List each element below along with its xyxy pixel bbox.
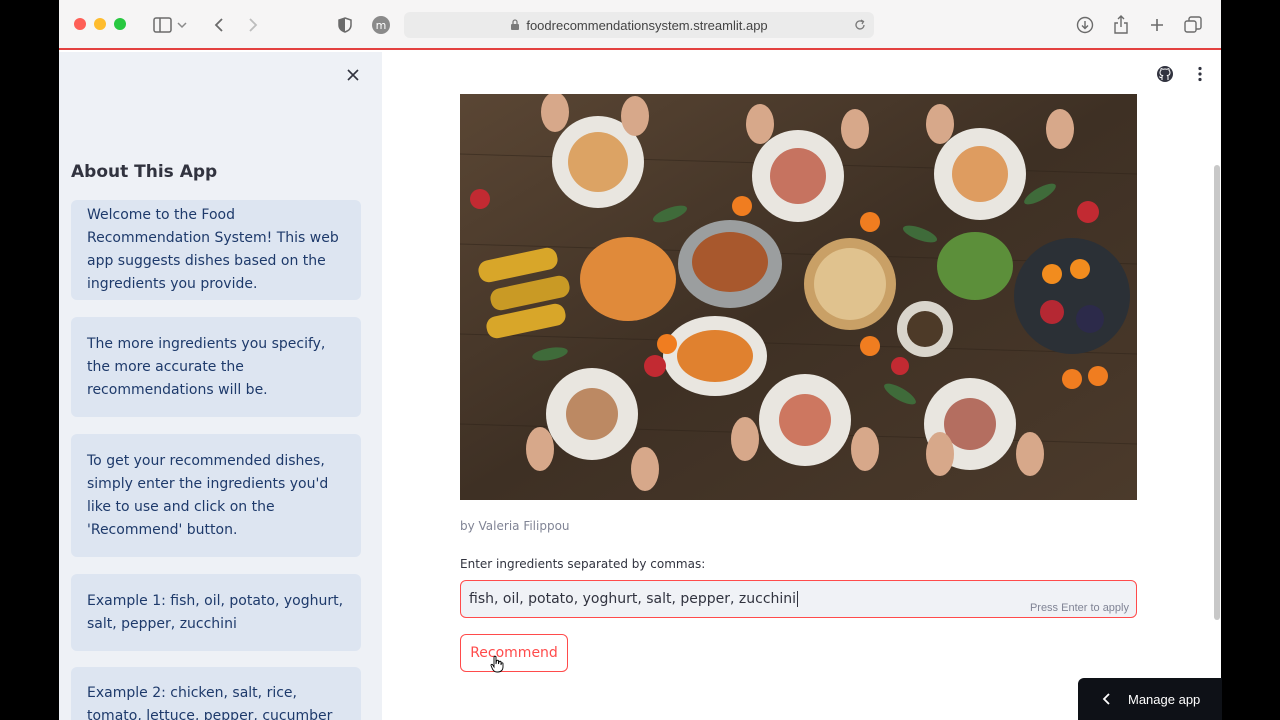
profile-avatar[interactable]: m (371, 13, 391, 37)
zoom-window-button[interactable] (114, 18, 126, 30)
food-illustration (460, 94, 1137, 500)
chevron-left-icon (1102, 693, 1110, 705)
shield-icon[interactable] (335, 13, 355, 37)
browser-toolbar: m foodrecommendationsystem.streamlit.app (59, 0, 1221, 50)
food-table-image (460, 94, 1137, 500)
share-icon[interactable] (1111, 13, 1131, 37)
info-text: To get your recommended dishes, simply e… (87, 452, 329, 538)
ingredients-input-value: fish, oil, potato, yoghurt, salt, pepper… (469, 591, 797, 607)
sidebar-toggle-icon[interactable] (151, 13, 191, 37)
github-icon[interactable] (1156, 65, 1174, 83)
main-content: by Valeria Filippou Enter ingredients se… (382, 52, 1221, 720)
back-icon[interactable] (209, 13, 229, 37)
info-box-example-1: Example 1: fish, oil, potato, yoghurt, s… (71, 574, 361, 651)
sidebar-title: About This App (71, 162, 218, 182)
mouse-pointer-icon (490, 655, 504, 673)
address-bar[interactable]: foodrecommendationsystem.streamlit.app (404, 12, 874, 38)
minimize-window-button[interactable] (94, 18, 106, 30)
image-caption: by Valeria Filippou (460, 519, 570, 533)
ingredients-input[interactable]: fish, oil, potato, yoghurt, salt, pepper… (460, 580, 1137, 618)
info-text: Example 2: chicken, salt, rice, tomato, … (87, 685, 333, 720)
info-box-example-2: Example 2: chicken, salt, rice, tomato, … (71, 667, 361, 720)
info-box-instructions: To get your recommended dishes, simply e… (71, 434, 361, 557)
info-box-accuracy: The more ingredients you specify, the mo… (71, 317, 361, 417)
press-enter-hint: Press Enter to apply (1029, 602, 1129, 614)
ingredients-label: Enter ingredients separated by commas: (460, 557, 706, 571)
recommend-button[interactable]: Recommend (460, 634, 568, 672)
sidebar: About This App Welcome to the Food Recom… (59, 52, 382, 720)
download-icon[interactable] (1075, 13, 1095, 37)
plus-icon[interactable] (1147, 13, 1167, 37)
close-window-button[interactable] (74, 18, 86, 30)
manage-app-label: Manage app (1128, 691, 1201, 707)
forward-icon[interactable] (243, 13, 263, 37)
close-icon[interactable] (345, 67, 361, 83)
scrollbar[interactable] (1214, 165, 1220, 620)
info-text: Welcome to the Food Recommendation Syste… (87, 207, 339, 292)
info-text: The more ingredients you specify, the mo… (87, 335, 326, 398)
menu-icon[interactable] (1197, 65, 1203, 83)
info-box-welcome: Welcome to the Food Recommendation Syste… (71, 200, 361, 300)
text-cursor (797, 591, 799, 607)
profile-initial: m (372, 16, 390, 34)
manage-app-button[interactable]: Manage app (1078, 678, 1222, 720)
reload-icon[interactable] (854, 19, 866, 31)
browser-window: m foodrecommendationsystem.streamlit.app… (59, 0, 1221, 720)
tabs-icon[interactable] (1183, 13, 1203, 37)
info-text: Example 1: fish, oil, potato, yoghurt, s… (87, 592, 344, 632)
lock-icon (511, 19, 520, 30)
url-text: foodrecommendationsystem.streamlit.app (526, 17, 768, 33)
